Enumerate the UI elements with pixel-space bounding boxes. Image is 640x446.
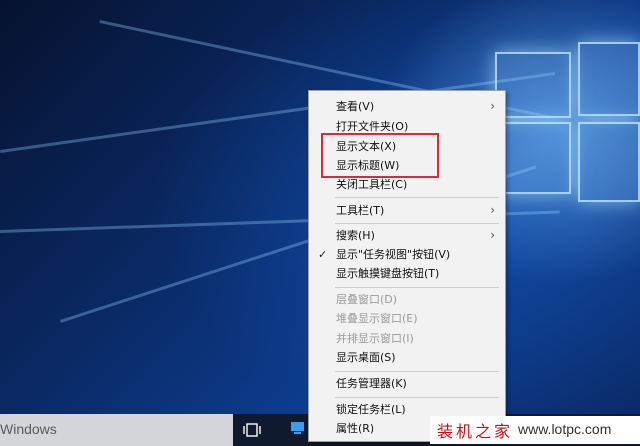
submenu-arrow-icon: › — [490, 228, 495, 242]
menu-item-show-desktop[interactable]: 显示桌面(S) — [309, 348, 505, 367]
menu-item-search[interactable]: 搜索(H) › — [309, 226, 505, 245]
windows-logo-pane — [495, 122, 571, 194]
menu-item-label: 搜索(H) — [336, 229, 375, 242]
watermark-url: www.lotpc.com — [518, 421, 612, 437]
menu-separator — [335, 397, 499, 398]
menu-item-label: 显示桌面(S) — [336, 351, 396, 364]
windows-logo-pane — [578, 122, 640, 202]
menu-item-side-by-side: 并排显示窗口(I) — [309, 329, 505, 348]
menu-item-label: 层叠窗口(D) — [336, 293, 398, 306]
task-view-icon[interactable] — [242, 421, 262, 439]
menu-item-label: 任务管理器(K) — [336, 377, 407, 390]
menu-item-task-manager[interactable]: 任务管理器(K) — [309, 374, 505, 393]
menu-item-label: 工具栏(T) — [336, 204, 385, 217]
submenu-arrow-icon: › — [490, 99, 495, 113]
menu-item-show-task-view-button[interactable]: ✓ 显示"任务视图"按钮(V) — [309, 245, 505, 264]
menu-separator — [335, 223, 499, 224]
menu-item-label: 属性(R) — [336, 422, 375, 435]
menu-item-label: 堆叠显示窗口(E) — [336, 312, 418, 325]
menu-item-label: 锁定任务栏(L) — [336, 403, 406, 416]
menu-item-show-touch-keyboard[interactable]: 显示触摸键盘按钮(T) — [309, 264, 505, 283]
windows-logo-pane — [578, 42, 640, 116]
menu-item-label: 显示"任务视图"按钮(V) — [336, 248, 451, 261]
menu-separator — [335, 197, 499, 198]
pinned-app-icon[interactable] — [290, 421, 306, 435]
menu-item-stack-windows: 堆叠显示窗口(E) — [309, 309, 505, 328]
submenu-arrow-icon: › — [490, 203, 495, 217]
red-highlight-box — [321, 133, 439, 178]
menu-item-view[interactable]: 查看(V) › — [309, 97, 505, 116]
search-box-text: Windows — [0, 421, 57, 437]
menu-separator — [335, 287, 499, 288]
menu-item-cascade-windows: 层叠窗口(D) — [309, 290, 505, 309]
menu-item-label: 查看(V) — [336, 100, 375, 113]
menu-item-toolbars[interactable]: 工具栏(T) › — [309, 201, 505, 220]
checkmark-icon: ✓ — [318, 248, 328, 261]
menu-item-label: 并排显示窗口(I) — [336, 332, 414, 345]
windows-logo-pane — [495, 52, 571, 118]
menu-item-label: 显示触摸键盘按钮(T) — [336, 267, 440, 280]
watermark-brand: 装机之家 — [437, 422, 514, 441]
menu-separator — [335, 371, 499, 372]
